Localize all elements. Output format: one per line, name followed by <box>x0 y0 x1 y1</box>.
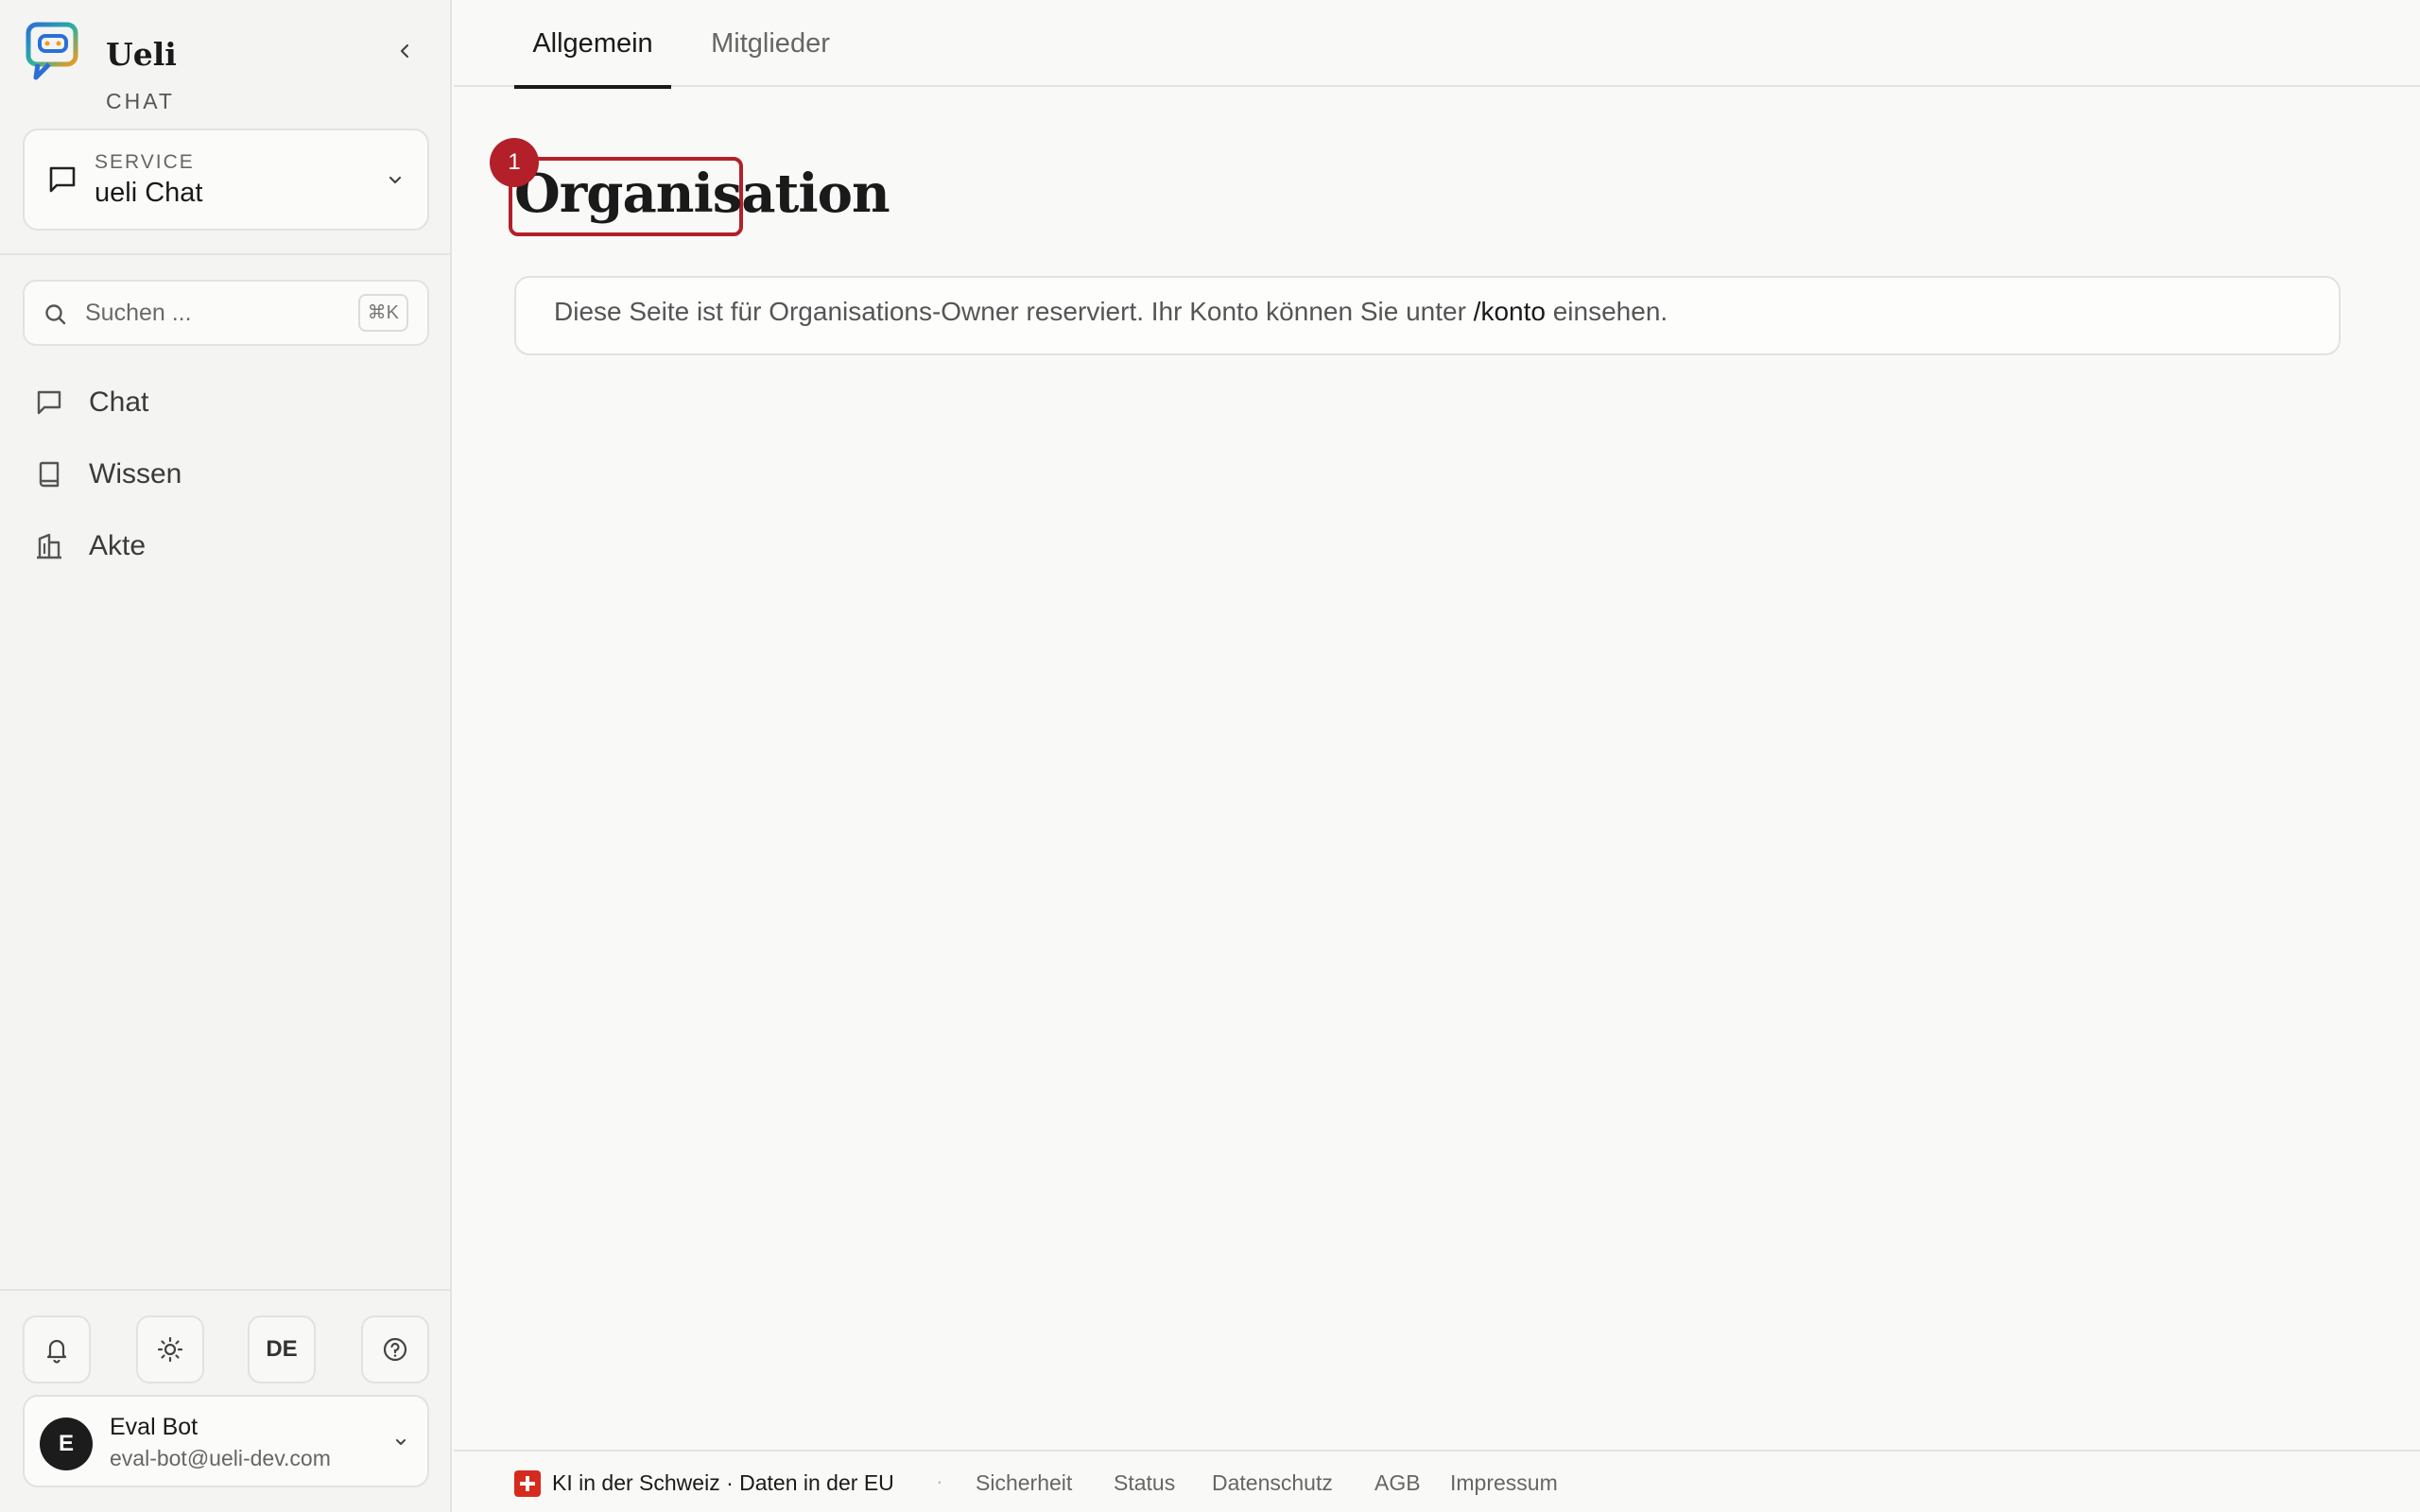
brand-subtitle: CHAT <box>106 89 175 113</box>
footer: KI in der Schweiz · Daten in der EU · Si… <box>454 1450 2420 1512</box>
sidebar: Ueli CHAT SERVICE ueli Chat Suchen ... ⌘… <box>0 0 452 1512</box>
ueli-logo-icon <box>26 22 78 80</box>
sidebar-item-wissen[interactable]: Wissen <box>23 444 429 505</box>
user-email: eval-bot@ueli-dev.com <box>110 1446 331 1470</box>
bell-icon <box>46 1339 67 1364</box>
language-label: DE <box>266 1336 298 1362</box>
footer-link-impressum[interactable]: Impressum <box>1450 1470 1558 1496</box>
service-label: SERVICE <box>95 151 195 173</box>
sun-icon <box>157 1336 183 1363</box>
avatar: E <box>40 1418 93 1470</box>
language-button[interactable]: DE <box>248 1315 316 1383</box>
footer-claim: KI in der Schweiz · Daten in der EU <box>552 1470 894 1495</box>
notice-text-before: Diese Seite ist für Organisations-Owner … <box>554 297 1474 326</box>
sidebar-item-label: Chat <box>89 387 149 418</box>
footer-link-sicherheit[interactable]: Sicherheit <box>976 1470 1072 1496</box>
search-input[interactable]: Suchen ... ⌘K <box>23 280 429 346</box>
theme-toggle-button[interactable] <box>136 1315 204 1383</box>
sidebar-divider <box>0 253 452 255</box>
footer-link-status[interactable]: Status <box>1114 1470 1175 1496</box>
notice-text: Diese Seite ist für Organisations-Owner … <box>554 297 1668 327</box>
notifications-button[interactable] <box>23 1315 91 1383</box>
footer-link-datenschutz[interactable]: Datenschutz <box>1212 1470 1333 1496</box>
main-content: Allgemein Mitglieder Organisation 1 Dies… <box>454 0 2420 1512</box>
page-title: Organisation <box>514 163 890 225</box>
tab-allgemein[interactable]: Allgemein <box>514 0 671 89</box>
sidebar-divider <box>0 1289 452 1291</box>
chat-bubble-icon <box>37 390 61 415</box>
service-selector[interactable]: SERVICE ueli Chat <box>23 129 429 231</box>
notice-text-after: einsehen. <box>1545 297 1668 326</box>
page-title-highlight: Organisation <box>509 157 890 236</box>
footer-separator: · <box>936 1469 943 1493</box>
building-icon <box>37 533 61 559</box>
chevron-down-icon <box>389 176 402 184</box>
help-button[interactable] <box>361 1315 429 1383</box>
tab-bar: Allgemein Mitglieder <box>454 0 2420 89</box>
account-link[interactable]: /konto <box>1474 297 1546 326</box>
user-name: Eval Bot <box>110 1414 199 1440</box>
sidebar-item-akte[interactable]: Akte <box>23 516 429 576</box>
collapse-sidebar-button[interactable] <box>388 34 422 68</box>
chevron-left-icon <box>400 43 409 59</box>
brand-name: Ueli <box>106 36 177 73</box>
info-notice: Diese Seite ist für Organisations-Owner … <box>514 276 2341 355</box>
help-icon <box>383 1337 407 1362</box>
user-menu[interactable]: E Eval Bot eval-bot@ueli-dev.com <box>23 1395 429 1487</box>
footer-link-agb[interactable]: AGB <box>1374 1470 1421 1496</box>
service-value: ueli Chat <box>95 178 203 208</box>
chat-bubble-icon <box>49 166 76 193</box>
chevron-down-icon <box>396 1439 406 1445</box>
sidebar-item-label: Wissen <box>89 458 182 490</box>
sidebar-item-label: Akte <box>89 530 147 561</box>
search-placeholder: Suchen ... <box>85 300 192 326</box>
swiss-flag-icon <box>514 1470 541 1497</box>
book-icon <box>39 461 60 488</box>
brand: Ueli CHAT <box>25 21 441 113</box>
search-icon <box>45 304 66 325</box>
sidebar-item-chat[interactable]: Chat <box>23 372 429 433</box>
annotation-badge: 1 <box>490 138 539 187</box>
search-shortcut-hint: ⌘K <box>357 294 408 332</box>
tab-mitglieder[interactable]: Mitglieder <box>690 0 851 87</box>
